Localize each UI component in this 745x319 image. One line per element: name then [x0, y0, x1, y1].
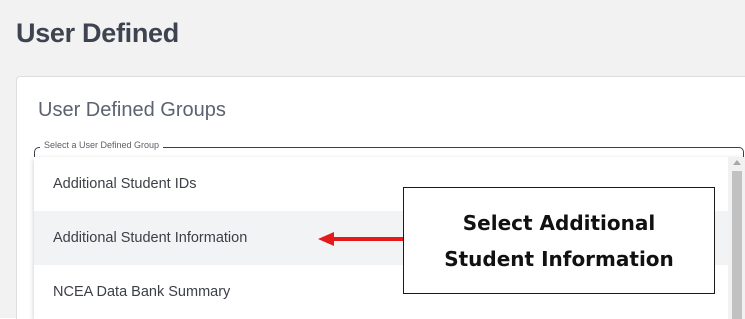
card-title: User Defined Groups	[38, 99, 226, 121]
callout-line-1: Select Additional	[462, 210, 656, 235]
group-select-label: Select a User Defined Group	[40, 140, 164, 150]
arrow-left-icon	[318, 232, 404, 246]
scrollbar-thumb[interactable]	[732, 171, 742, 319]
scroll-up-icon[interactable]	[733, 160, 741, 165]
instruction-callout: Select Additional Student Information	[403, 187, 715, 294]
page-title: User Defined	[16, 18, 179, 48]
callout-line-2: Student Information	[444, 246, 674, 271]
dropdown-scrollbar[interactable]	[728, 157, 745, 319]
